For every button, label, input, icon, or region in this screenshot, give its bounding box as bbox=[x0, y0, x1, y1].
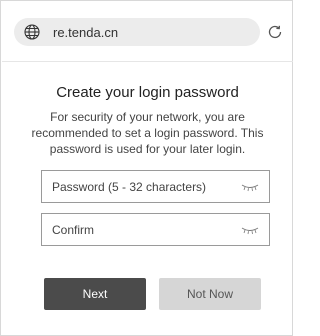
address-bar[interactable]: re.tenda.cn bbox=[14, 18, 260, 46]
dialog-title: Create your login password bbox=[56, 84, 239, 101]
url-text: re.tenda.cn bbox=[53, 24, 119, 40]
globe-icon bbox=[24, 24, 40, 40]
not-now-button[interactable]: Not Now bbox=[159, 278, 261, 310]
toolbar-divider bbox=[2, 61, 293, 62]
eye-closed-icon[interactable] bbox=[241, 182, 259, 192]
confirm-placeholder: Confirm bbox=[52, 222, 95, 237]
eye-closed-icon[interactable] bbox=[241, 225, 259, 235]
dialog-description: For security of your network, you are re… bbox=[31, 110, 264, 156]
next-button[interactable]: Next bbox=[44, 278, 146, 310]
password-field[interactable]: Password (5 - 32 characters) bbox=[41, 170, 270, 203]
password-placeholder: Password (5 - 32 characters) bbox=[52, 179, 207, 194]
reload-icon[interactable] bbox=[266, 23, 284, 41]
browser-frame: re.tenda.cn Create your login password F… bbox=[0, 0, 293, 336]
confirm-password-field[interactable]: Confirm bbox=[41, 213, 270, 246]
